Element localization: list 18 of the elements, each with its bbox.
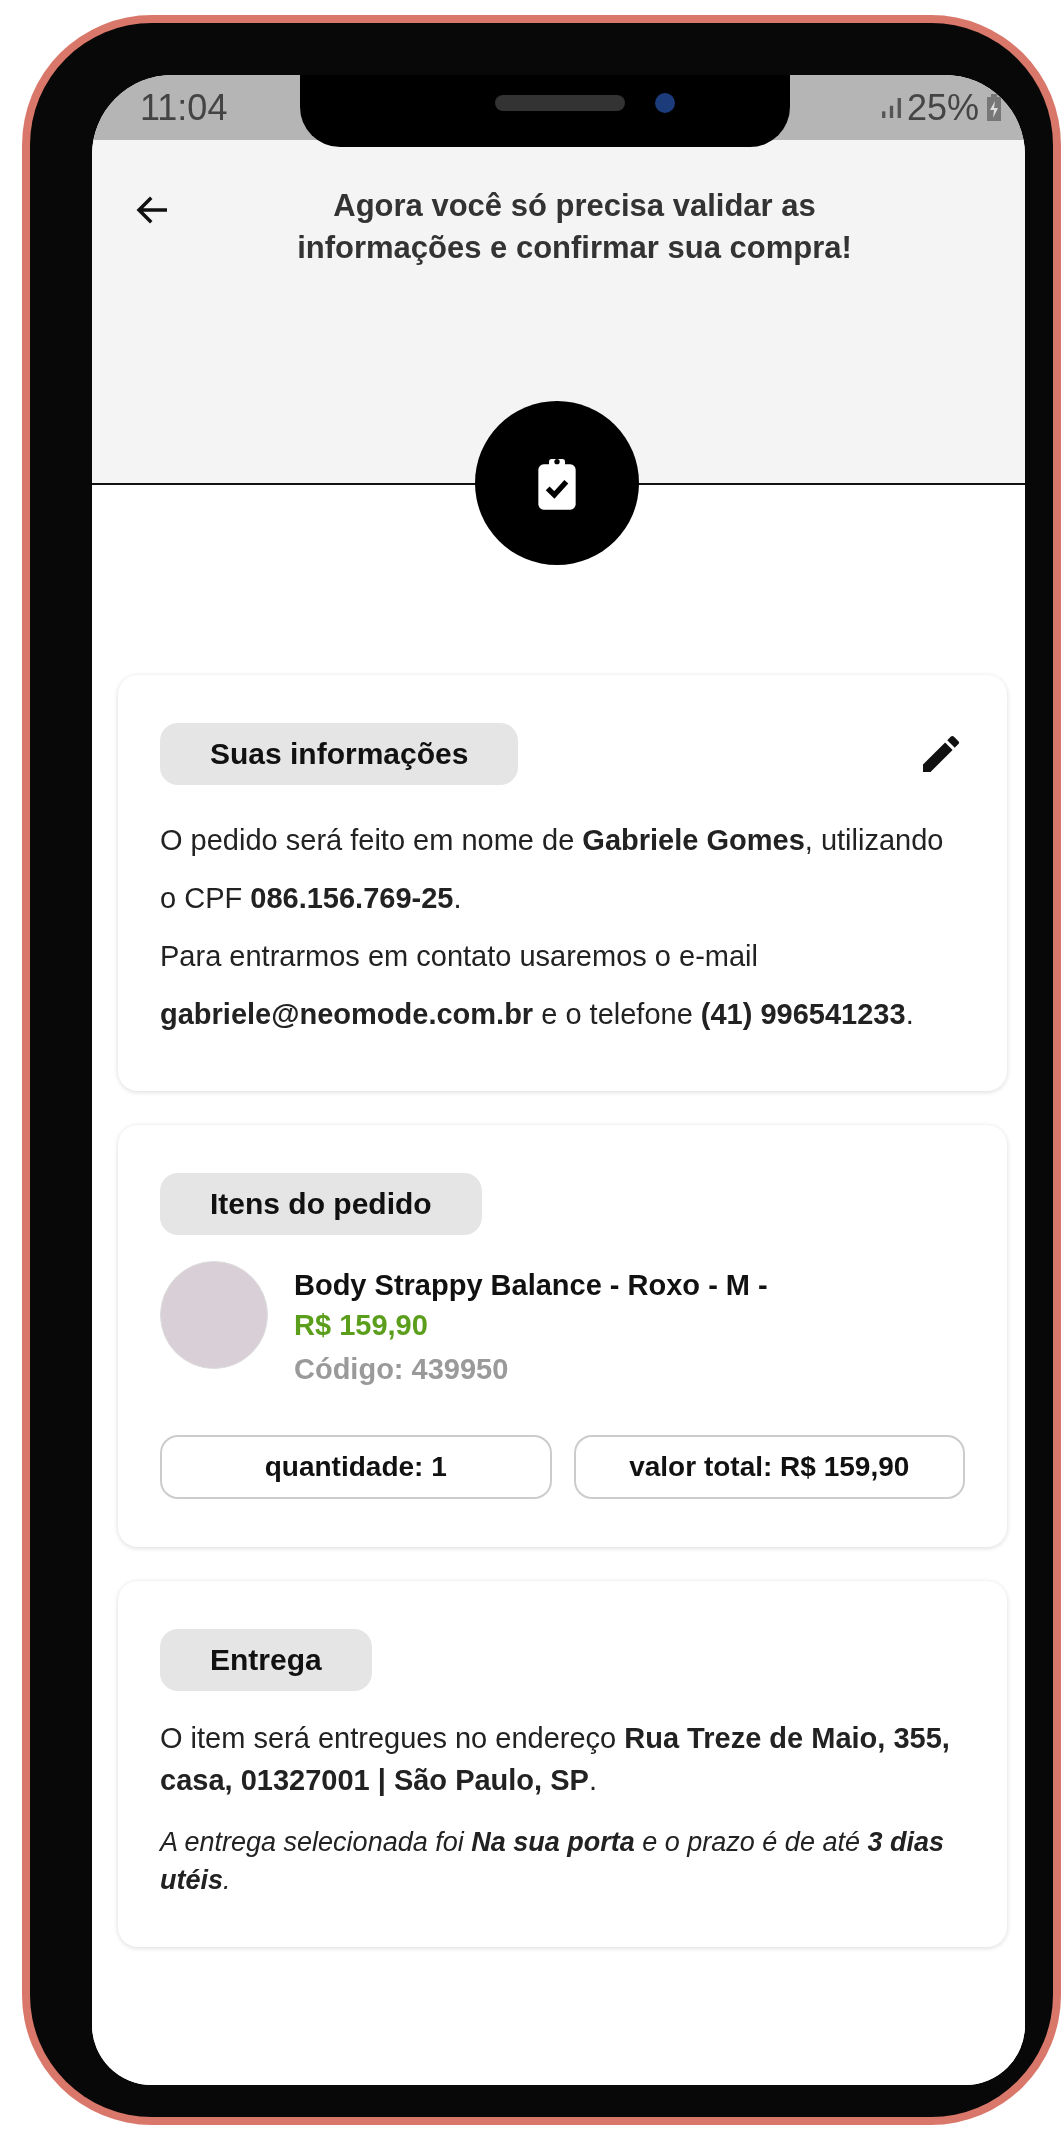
product-name: Body Strappy Balance - Roxo - M - [294,1268,768,1303]
signal-icon [881,97,901,118]
info-text: Para entrarmos em contato usaremos o e-mail gabriele@neomode.com.br e o telefone (41) 996541233. [160,939,915,1032]
delivery-address-text: O item será entregues no endereço Rua Treze de Maio, 355, casa, 01327001 | São Paulo, SP. [160,1721,951,1798]
camera-dot [655,93,675,113]
section-heading: Itens do pedido [160,1173,482,1235]
battery-charging-icon [985,92,1003,123]
delivery-note: A entrega selecionada foi Na sua porta e o prazo é de até 3 dias utéis. [160,1826,945,1897]
section-heading: Entrega [160,1629,372,1691]
battery-percent: 25% [906,86,979,129]
section-heading: Suas informações [160,723,519,785]
product-price: R$ 159,90 [294,1308,429,1343]
product-code: Código: 439950 [294,1352,510,1387]
info-text: O pedido será feito em nome de Gabriele Gomes, utilizando o CPF 086.156.769-25. [160,823,945,916]
quantity-tag: quantidade: 1 [160,1435,552,1499]
status-time: 11:04 [140,86,228,129]
total-tag: valor total: R$ 159,90 [573,1435,965,1499]
page-title: Agora você só precisa validar as informações e confirmar sua compra! [296,187,853,267]
